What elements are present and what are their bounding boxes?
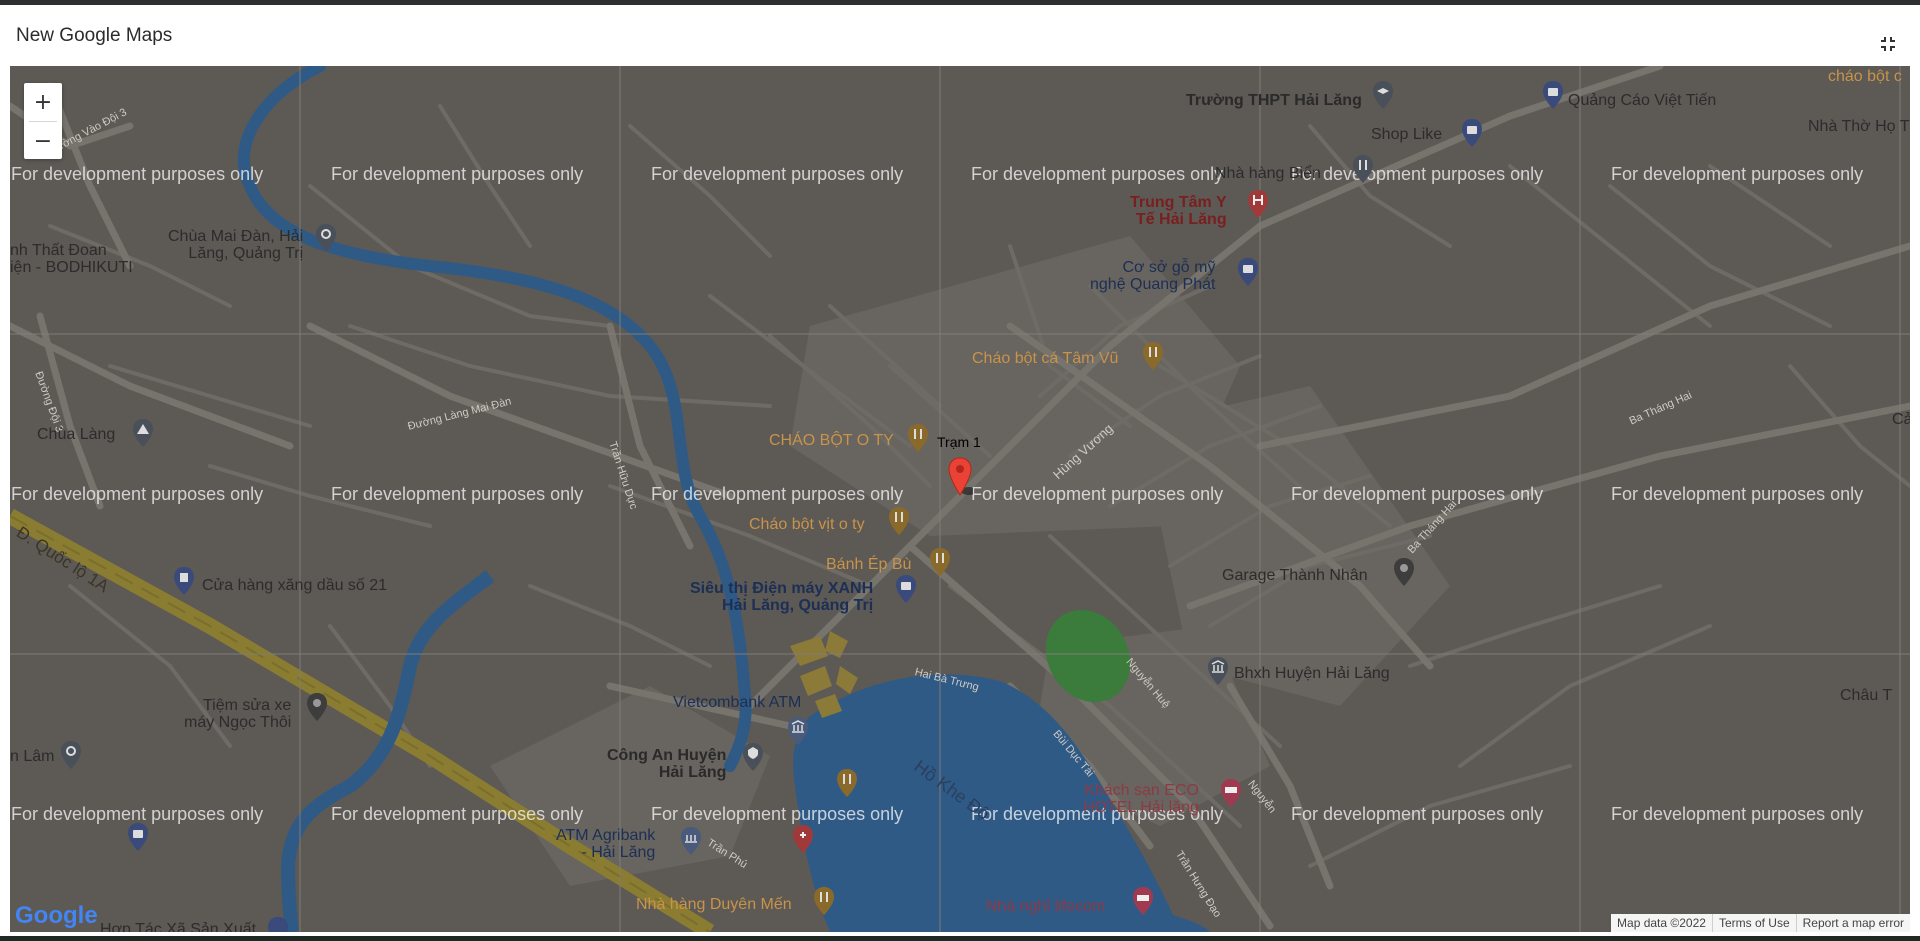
- poi-shop-like[interactable]: Shop Like: [1371, 126, 1442, 143]
- poi-banh-ep[interactable]: Bánh Ép Bù: [826, 556, 911, 573]
- poi-line: ATM Agribank: [556, 827, 656, 844]
- poi-line: Trung Tâm Y: [1130, 194, 1227, 211]
- map-canvas[interactable]: For development purposes only For develo…: [10, 66, 1910, 932]
- poi-chua-lang[interactable]: Chùa Làng: [37, 426, 115, 443]
- poi-sieu-thi[interactable]: Siêu thị Điện máy XANH Hải Lăng, Quảng T…: [690, 580, 873, 614]
- terms-of-use-link-wrap: Terms of Use: [1711, 914, 1796, 932]
- zoom-out-button[interactable]: −: [24, 122, 62, 160]
- poi-chua-mai-dan[interactable]: Chùa Mai Đàn, Hải Lăng, Quảng Trị: [168, 228, 303, 262]
- poi-line: Tế Hải Lăng: [1135, 211, 1227, 228]
- poi-line: iện - BODHIKUTI: [10, 259, 133, 276]
- poi-nha-hang-duyen[interactable]: Nhà hàng Duyên Mến: [636, 896, 792, 913]
- location-pin-icon: [1394, 558, 1414, 586]
- poi-trung-tam-y-te[interactable]: Trung Tâm Y Tế Hải Lăng: [1130, 194, 1227, 228]
- school-icon: [1373, 81, 1393, 109]
- poi-chau-t[interactable]: Châu T: [1840, 687, 1892, 704]
- poi-line: nghệ Quang Phát: [1090, 276, 1216, 293]
- poi-chao-bot-top[interactable]: cháo bột c: [1828, 68, 1902, 85]
- poi-vietcombank[interactable]: Vietcombank ATM: [673, 694, 801, 711]
- map-marker-icon[interactable]: [947, 457, 973, 497]
- shop-icon: [1238, 258, 1258, 286]
- poi-bhxh[interactable]: Bhxh Huyện Hải Lăng: [1234, 665, 1390, 682]
- poi-line: HOTEL Hải lăng: [1083, 799, 1199, 816]
- location-pin-icon: [307, 693, 327, 721]
- collapse-icon[interactable]: [1879, 35, 1897, 53]
- poi-garage[interactable]: Garage Thành Nhân: [1222, 567, 1368, 584]
- shop-icon: [128, 823, 148, 851]
- zoom-control: + −: [24, 83, 62, 159]
- zoom-in-button[interactable]: +: [24, 83, 62, 121]
- restaurant-icon: [889, 507, 909, 535]
- poi-chao-bot-o-ty[interactable]: CHÁO BỘT O TY: [769, 432, 894, 449]
- hotel-icon: [1133, 887, 1153, 915]
- poi-atm-agribank[interactable]: ATM Agribank - Hải Lăng: [556, 827, 655, 861]
- bottom-strip: [0, 936, 1920, 941]
- poi-chao-bot-vit[interactable]: Cháo bột vịt o ty: [749, 516, 865, 533]
- hotel-icon: [1221, 779, 1241, 807]
- panel-title: New Google Maps: [16, 25, 173, 46]
- hospital-icon: [793, 825, 813, 853]
- poi-co-so-go[interactable]: Cơ sở gỗ mỹ nghệ Quang Phát: [1090, 259, 1215, 293]
- temple-icon: [133, 419, 153, 447]
- hospital-icon: [1248, 190, 1268, 218]
- restaurant-icon: [837, 769, 857, 797]
- marker-title: Trạm 1: [937, 434, 981, 450]
- poi-nha-hang[interactable]: Nhà hàng Biển: [1215, 165, 1321, 182]
- poi-line: Lăng, Quảng Trị: [188, 245, 304, 262]
- poi-tiem-sua-xe[interactable]: Tiệm sửa xe máy Ngọc Thôi: [184, 697, 291, 731]
- poi-hop-tac-xa[interactable]: Hợp Tác Xã Sản Xuất: [100, 921, 256, 932]
- poi-line: Khách sạn ECO: [1084, 782, 1199, 799]
- bank-icon: [681, 827, 701, 855]
- shop-icon: [896, 575, 916, 603]
- shop-icon: [268, 917, 288, 932]
- poi-truong-thpt[interactable]: Trường THPT Hải Lăng: [1186, 92, 1362, 109]
- attribution-bar: Map data ©2022 Terms of Use Report a map…: [1611, 914, 1910, 932]
- bank-icon: [788, 717, 808, 745]
- poi-line: máy Ngọc Thôi: [184, 714, 292, 731]
- poi-n-lam[interactable]: n Lâm: [10, 748, 54, 765]
- restaurant-icon: [908, 424, 928, 452]
- poi-line: - Hải Lăng: [581, 844, 656, 861]
- poi-line: Cơ sở gỗ mỹ: [1122, 259, 1216, 276]
- poi-line: Hải Lăng, Quảng Trị: [722, 597, 874, 614]
- restaurant-icon: [1353, 155, 1373, 183]
- poi-chao-bot-ca[interactable]: Cháo bột cá Tâm Vũ: [972, 350, 1118, 367]
- restaurant-icon: [814, 887, 834, 915]
- government-icon: [1208, 657, 1228, 685]
- google-logo[interactable]: Google: [15, 902, 98, 930]
- report-map-error-link[interactable]: Report a map error: [1803, 916, 1904, 930]
- restaurant-icon: [1143, 342, 1163, 370]
- poi-thiet-doan[interactable]: nh Thất Đoan iện - BODHIKUTI: [10, 242, 133, 276]
- terms-of-use-link[interactable]: Terms of Use: [1719, 916, 1790, 930]
- poi-nha-nghi[interactable]: Nhà nghỉ lifecom: [986, 898, 1105, 915]
- temple-icon: [316, 224, 336, 252]
- poi-line: Siêu thị Điện máy XANH: [690, 580, 874, 597]
- report-error-link-wrap: Report a map error: [1795, 914, 1910, 932]
- poi-quang-cao[interactable]: Quảng Cáo Việt Tiến: [1568, 92, 1716, 109]
- map-panel: New Google Maps For development purposes…: [0, 5, 1920, 936]
- poi-line: Chùa Mai Đàn, Hải: [168, 228, 304, 245]
- temple-icon: [61, 741, 81, 769]
- restaurant-icon: [930, 548, 950, 576]
- poi-cong-an[interactable]: Công An Huyện Hải Lăng: [607, 747, 726, 781]
- poi-line: nh Thất Đoan: [10, 242, 107, 259]
- poi-line: Tiệm sửa xe: [202, 697, 292, 714]
- poi-nha-tho[interactable]: Nhà Thờ Họ T: [1808, 118, 1910, 135]
- poi-line: Công An Huyện: [607, 747, 727, 764]
- poi-cua-hang-xang[interactable]: Cửa hàng xăng dầu số 21: [202, 577, 387, 594]
- shop-icon: [1462, 119, 1482, 147]
- poi-khach-san[interactable]: Khách sạn ECO HOTEL Hải lăng: [1083, 782, 1199, 816]
- map-data-text: Map data ©2022: [1617, 916, 1706, 930]
- poi-ca-edge[interactable]: Cả: [1892, 411, 1910, 428]
- police-icon: [743, 743, 763, 771]
- gas-station-icon: [174, 567, 194, 595]
- shop-icon: [1543, 81, 1563, 109]
- poi-line: Hải Lăng: [658, 764, 727, 781]
